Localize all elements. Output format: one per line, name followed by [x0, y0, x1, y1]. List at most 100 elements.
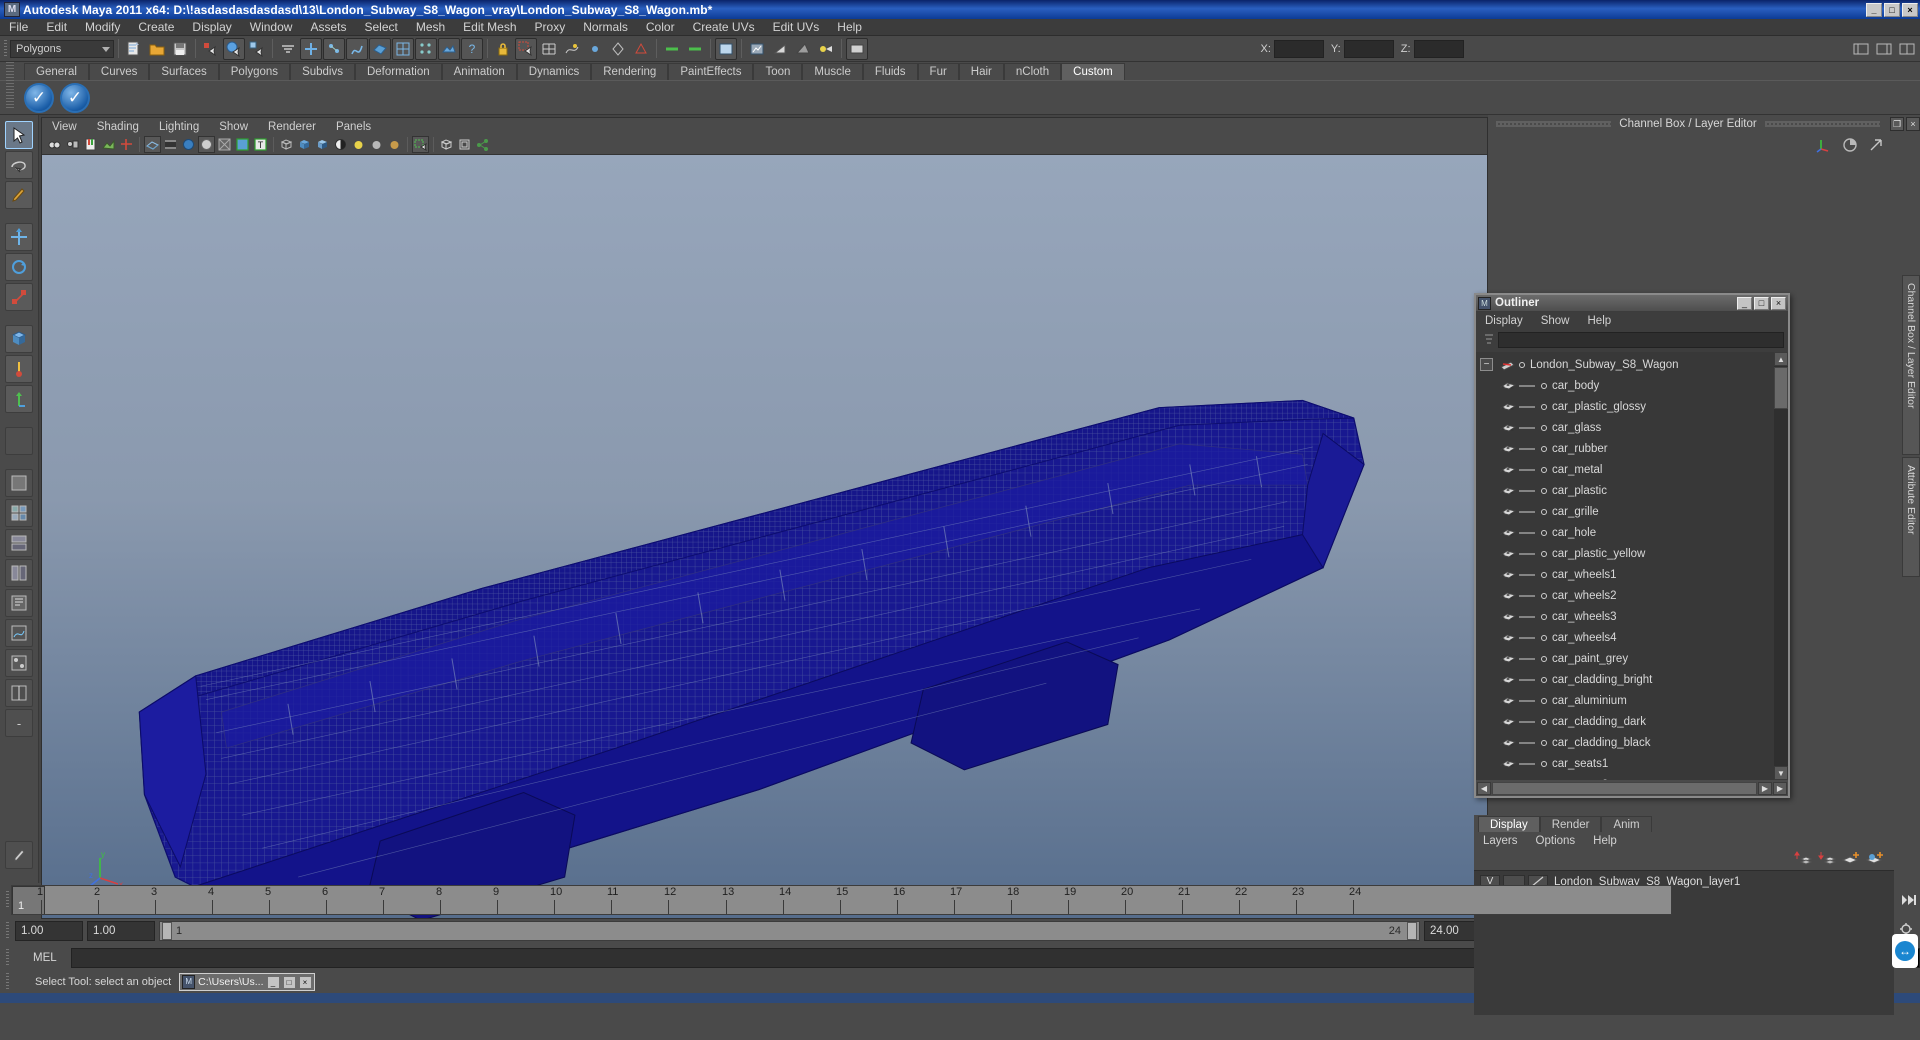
- viewport-menu-panels[interactable]: Panels: [326, 121, 381, 133]
- new-scene-icon[interactable]: [123, 38, 145, 60]
- snap-to-point-icon[interactable]: [584, 38, 606, 60]
- coordinate-axes-icon[interactable]: [1816, 137, 1832, 158]
- outliner-search-row[interactable]: [1476, 330, 1788, 352]
- menu-create-uvs[interactable]: Create UVs: [684, 19, 764, 36]
- viewport-menu-bar[interactable]: View Shading Lighting Show Renderer Panels: [42, 118, 1487, 135]
- move-tool-icon[interactable]: [5, 223, 33, 251]
- perspective-viewport[interactable]: y x z persp: [42, 155, 1487, 919]
- arrow-up-right-icon[interactable]: [1868, 137, 1884, 158]
- layer-editor-menu-bar[interactable]: Layers Options Help: [1474, 832, 1894, 850]
- outliner-maximize-button[interactable]: □: [1754, 296, 1769, 310]
- menu-select[interactable]: Select: [355, 19, 406, 36]
- shelf-tab-rendering[interactable]: Rendering: [591, 63, 669, 80]
- filter-icon[interactable]: [1480, 332, 1498, 348]
- menu-proxy[interactable]: Proxy: [526, 19, 575, 36]
- command-line-grip[interactable]: [4, 947, 11, 969]
- outliner-tree[interactable]: − London_Subway_S8_Wagon car_body car_plast…: [1476, 352, 1788, 780]
- shelf-tab-hair[interactable]: Hair: [958, 63, 1004, 80]
- shelf-tab-deformation[interactable]: Deformation: [354, 63, 442, 80]
- undock-button[interactable]: ❐: [1890, 117, 1905, 131]
- point-component-icon[interactable]: [323, 37, 345, 60]
- minimize-button[interactable]: _: [1866, 2, 1882, 17]
- outliner-item[interactable]: car_rubber: [1476, 438, 1774, 459]
- menu-normals[interactable]: Normals: [574, 19, 637, 36]
- layer-editor-tab-bar[interactable]: Display Render Anim: [1474, 815, 1894, 832]
- quick-layout-graph-editor-icon[interactable]: [5, 619, 33, 647]
- tool-box[interactable]: -: [0, 115, 39, 883]
- menu-color[interactable]: Color: [637, 19, 684, 36]
- select-by-object-type-icon[interactable]: [223, 37, 245, 60]
- outliner-title-bar[interactable]: M Outliner _ □ ×: [1476, 295, 1788, 312]
- shelf-tab-bar[interactable]: General Curves Surfaces Polygons Subdivs Defo…: [0, 62, 1920, 80]
- flat-shade-icon[interactable]: [198, 136, 215, 153]
- check-mark-icon[interactable]: ✓: [24, 82, 54, 113]
- z-coordinate-input[interactable]: [1413, 39, 1464, 58]
- status-line-toolbar[interactable]: Polygons ? X: Y: Z:: [0, 36, 1920, 62]
- rotate-tool-icon[interactable]: [5, 253, 33, 281]
- taskbar-close-button[interactable]: ×: [298, 975, 312, 989]
- save-scene-icon[interactable]: [169, 38, 191, 60]
- outliner-vertical-scrollbar[interactable]: ▲ ▼: [1774, 352, 1788, 780]
- toolbar-grip[interactable]: [2, 38, 9, 60]
- outliner-item[interactable]: car_grille: [1476, 501, 1774, 522]
- range-slider-grip[interactable]: [4, 920, 11, 942]
- outliner-item[interactable]: car_seats2: [1476, 774, 1774, 781]
- viewport-menu-renderer[interactable]: Renderer: [258, 121, 326, 133]
- shelf-tab-muscle[interactable]: Muscle: [802, 63, 863, 80]
- animation-start-time-field[interactable]: 1.00: [15, 921, 83, 941]
- last-tool-used-icon[interactable]: [5, 427, 33, 455]
- taskbar-maximize-button[interactable]: □: [282, 975, 296, 989]
- menu-display[interactable]: Display: [183, 19, 240, 36]
- tab-channel-box-layer-editor[interactable]: Channel Box / Layer Editor: [1902, 275, 1920, 455]
- render-view-icon[interactable]: [792, 38, 814, 60]
- dock-grip-right[interactable]: [1764, 121, 1881, 127]
- menu-edit-uvs[interactable]: Edit UVs: [764, 19, 829, 36]
- outliner-item[interactable]: car_body: [1476, 375, 1774, 396]
- new-layer-icon[interactable]: [1841, 850, 1860, 871]
- quick-layout-single-icon[interactable]: [5, 469, 33, 497]
- menu-edit[interactable]: Edit: [37, 19, 76, 36]
- scroll-left-icon[interactable]: ◀: [1477, 781, 1491, 795]
- outliner-item[interactable]: car_glass: [1476, 417, 1774, 438]
- new-layer-from-selected-icon[interactable]: [1865, 850, 1884, 871]
- time-slider-grip[interactable]: [4, 889, 11, 911]
- outliner-root-item[interactable]: − London_Subway_S8_Wagon: [1476, 354, 1774, 375]
- layers-menu[interactable]: Layers: [1474, 835, 1527, 847]
- layer-editor-tab-render[interactable]: Render: [1539, 816, 1602, 832]
- scroll-down-icon[interactable]: ▼: [1774, 766, 1788, 780]
- menu-assets[interactable]: Assets: [301, 19, 355, 36]
- menu-modify[interactable]: Modify: [76, 19, 129, 36]
- main-menu-bar[interactable]: File Edit Modify Create Display Window A…: [0, 19, 1920, 36]
- outliner-item[interactable]: car_cladding_dark: [1476, 711, 1774, 732]
- outliner-item[interactable]: car_wheels4: [1476, 627, 1774, 648]
- layer-editor-tab-display[interactable]: Display: [1478, 816, 1540, 832]
- render-settings-icon[interactable]: [769, 38, 791, 60]
- quick-layout-more-icon[interactable]: -: [5, 709, 33, 737]
- menu-window[interactable]: Window: [241, 19, 302, 36]
- construction-history-off-icon[interactable]: [684, 38, 706, 60]
- shelf-tab-subdivs[interactable]: Subdivs: [290, 63, 355, 80]
- shelf-tab-animation[interactable]: Animation: [441, 63, 517, 80]
- shelf-tab-painteffects[interactable]: PaintEffects: [668, 63, 754, 80]
- snap-to-curve-icon[interactable]: [561, 38, 583, 60]
- show-manipulator-tool-icon[interactable]: [5, 385, 33, 413]
- show-tool-settings-icon[interactable]: [1873, 38, 1895, 60]
- smooth-shade-all-icon[interactable]: [162, 136, 179, 153]
- render-current-frame-icon[interactable]: [715, 37, 737, 60]
- window-buttons[interactable]: _ □ ×: [1866, 2, 1918, 17]
- quick-layout-persp-outliner-icon[interactable]: [5, 679, 33, 707]
- layer-editor-tab-anim[interactable]: Anim: [1601, 816, 1652, 832]
- shelf-grip[interactable]: [6, 62, 14, 108]
- outliner-menu-show[interactable]: Show: [1532, 315, 1579, 327]
- shelf-tab-curves[interactable]: Curves: [88, 63, 150, 80]
- outliner-window[interactable]: M Outliner _ □ × Display Show Help − Lond…: [1474, 293, 1790, 798]
- outliner-minimize-button[interactable]: _: [1737, 296, 1752, 310]
- show-channel-box-icon[interactable]: [1896, 38, 1918, 60]
- viewport-menu-show[interactable]: Show: [209, 121, 258, 133]
- bookmark-icon[interactable]: [82, 136, 99, 153]
- outliner-item[interactable]: car_seats1: [1476, 753, 1774, 774]
- outliner-item[interactable]: car_wheels1: [1476, 564, 1774, 585]
- isolate-select-icon[interactable]: [412, 136, 429, 153]
- time-slider-row[interactable]: 1 1 2 3 4 5 6 7 8 9 10 11 12 13 14 15 16 17 18 19 20 21 22 23 2…: [0, 883, 1920, 917]
- taskbar-item[interactable]: M C:\Users\Us... _ □ ×: [179, 973, 315, 991]
